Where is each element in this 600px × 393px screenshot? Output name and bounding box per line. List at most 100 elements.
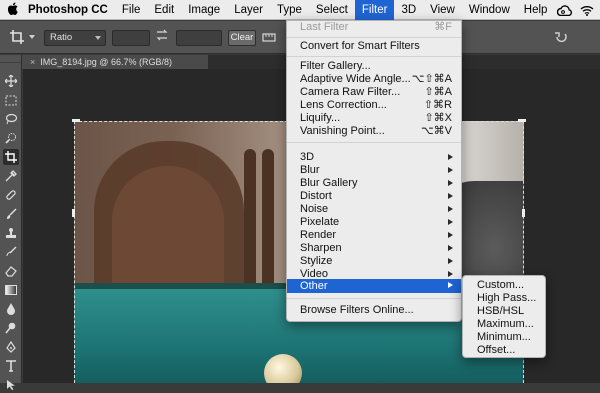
blur-tool-icon[interactable] [3, 301, 19, 317]
panel-grip[interactable] [0, 55, 21, 63]
menu-item-stylize[interactable]: Stylize [287, 255, 461, 268]
menu-item-browse-filters-online[interactable]: Browse Filters Online... [287, 304, 461, 317]
crop-tool-icon[interactable] [3, 149, 19, 165]
marquee-tool-icon[interactable] [3, 92, 19, 108]
straighten-icon[interactable] [262, 31, 276, 46]
gradient-tool-icon[interactable] [3, 282, 19, 298]
clear-button[interactable]: Clear [228, 30, 256, 46]
menu-item-custom[interactable]: Custom... [463, 279, 545, 292]
height-field[interactable] [176, 30, 222, 46]
crop-handle-top-left[interactable] [72, 119, 80, 122]
menu-item-label: Last Filter [300, 21, 349, 33]
menu-item-label: Vanishing Point... [300, 125, 385, 137]
menu-item-label: Browse Filters Online... [300, 304, 414, 316]
menu-item-label: Blur [300, 164, 320, 176]
menu-shortcut: ⇧⌘R [423, 99, 452, 111]
wifi-icon[interactable] [580, 5, 594, 16]
menu-item-label: Render [300, 229, 337, 241]
document-tab[interactable]: × IMG_8194.jpg @ 66.7% (RGB/8) [22, 55, 208, 69]
submenu-arrow-icon [448, 154, 453, 160]
menu-photoshop[interactable]: Photoshop CC [26, 0, 115, 20]
width-field[interactable] [112, 30, 150, 46]
menu-item-label: Lens Correction... [300, 99, 387, 111]
menu-item-liquify[interactable]: Liquify... ⇧⌘X [287, 112, 461, 125]
swap-icon[interactable] [155, 29, 169, 44]
menu-item-blur[interactable]: Blur [287, 164, 461, 177]
menubar: Photoshop CC File Edit Image Layer Type … [0, 0, 600, 20]
crop-icon[interactable] [9, 29, 25, 48]
eraser-tool-icon[interactable] [3, 263, 19, 279]
path-selection-tool-icon[interactable] [3, 377, 19, 393]
close-icon[interactable]: × [30, 57, 35, 67]
menu-item-render[interactable]: Render [287, 229, 461, 242]
menu-item-filter-gallery[interactable]: Filter Gallery... [287, 60, 461, 73]
menu-item-vanishing-point[interactable]: Vanishing Point... ⌥⌘V [287, 125, 461, 138]
history-brush-tool-icon[interactable] [3, 244, 19, 260]
menu-item-last-filter[interactable]: Last Filter ⌘F [287, 21, 461, 34]
menu-separator [287, 142, 461, 143]
brush-tool-icon[interactable] [3, 206, 19, 222]
menu-item-other[interactable]: Other [287, 279, 461, 293]
healing-brush-tool-icon[interactable] [3, 187, 19, 203]
crop-handle-right[interactable] [522, 209, 525, 217]
creative-cloud-icon[interactable] [557, 4, 572, 16]
crop-handle-left[interactable] [72, 209, 75, 217]
menu-item-distort[interactable]: Distort [287, 190, 461, 203]
menu-select[interactable]: Select [309, 0, 355, 20]
menu-image[interactable]: Image [181, 0, 227, 20]
submenu-arrow-icon [448, 219, 453, 225]
menu-view[interactable]: View [423, 0, 462, 20]
menu-type[interactable]: Type [270, 0, 309, 20]
submenu-arrow-icon [448, 206, 453, 212]
chevron-down-icon[interactable] [29, 35, 35, 39]
menu-item-label: Convert for Smart Filters [300, 40, 420, 52]
menu-item-maximum[interactable]: Maximum... [463, 318, 545, 331]
type-tool-icon[interactable] [3, 358, 19, 374]
menu-item-label: Filter Gallery... [300, 60, 371, 72]
menu-item-adaptive-wide-angle[interactable]: Adaptive Wide Angle... ⌥⇧⌘A [287, 73, 461, 86]
menu-shortcut: ⇧⌘A [424, 86, 452, 98]
menu-item-label: Pixelate [300, 216, 340, 228]
menu-item-3d[interactable]: 3D [287, 151, 461, 164]
menu-item-pixelate[interactable]: Pixelate [287, 216, 461, 229]
dodge-tool-icon[interactable] [3, 320, 19, 336]
move-tool-icon[interactable] [3, 73, 19, 89]
menu-layer[interactable]: Layer [227, 0, 270, 20]
menu-item-offset[interactable]: Offset... [463, 344, 545, 357]
submenu-arrow-icon [448, 167, 453, 173]
menu-help[interactable]: Help [517, 0, 555, 20]
menu-window[interactable]: Window [462, 0, 517, 20]
document-tab-label: IMG_8194.jpg @ 66.7% (RGB/8) [40, 57, 172, 67]
menu-shortcut: ⌥⌘V [420, 125, 452, 137]
submenu-arrow-icon [448, 271, 453, 277]
menu-item-minimum[interactable]: Minimum... [463, 331, 545, 344]
menu-item-convert-smart-filters[interactable]: Convert for Smart Filters [287, 40, 461, 53]
menu-filter[interactable]: Filter [354, 0, 395, 20]
undo-icon[interactable] [554, 30, 568, 47]
menu-3d[interactable]: 3D [394, 0, 423, 20]
menu-file[interactable]: File [115, 0, 148, 20]
menu-item-hsb-hsl[interactable]: HSB/HSL [463, 305, 545, 318]
menu-shortcut: ⇧⌘X [424, 112, 452, 124]
menu-item-sharpen[interactable]: Sharpen [287, 242, 461, 255]
ratio-select[interactable]: Ratio [44, 30, 106, 46]
menu-edit[interactable]: Edit [147, 0, 181, 20]
clone-stamp-tool-icon[interactable] [3, 225, 19, 241]
submenu-arrow-icon [448, 245, 453, 251]
menu-item-noise[interactable]: Noise [287, 203, 461, 216]
menu-item-camera-raw-filter[interactable]: Camera Raw Filter... ⇧⌘A [287, 86, 461, 99]
crop-handle-top-right[interactable] [518, 119, 526, 122]
menu-shortcut: ⌘F [434, 21, 452, 33]
menu-item-high-pass[interactable]: High Pass... [463, 292, 545, 305]
quick-selection-tool-icon[interactable] [3, 130, 19, 146]
menu-item-label: Liquify... [300, 112, 341, 124]
submenu-arrow-icon [448, 193, 453, 199]
eyedropper-tool-icon[interactable] [3, 168, 19, 184]
submenu-arrow-icon [448, 232, 453, 238]
menu-item-label: Other [300, 280, 328, 292]
pen-tool-icon[interactable] [3, 339, 19, 355]
menu-item-lens-correction[interactable]: Lens Correction... ⇧⌘R [287, 99, 461, 112]
menu-item-blur-gallery[interactable]: Blur Gallery [287, 177, 461, 190]
lasso-tool-icon[interactable] [3, 111, 19, 127]
apple-icon[interactable] [0, 2, 26, 18]
